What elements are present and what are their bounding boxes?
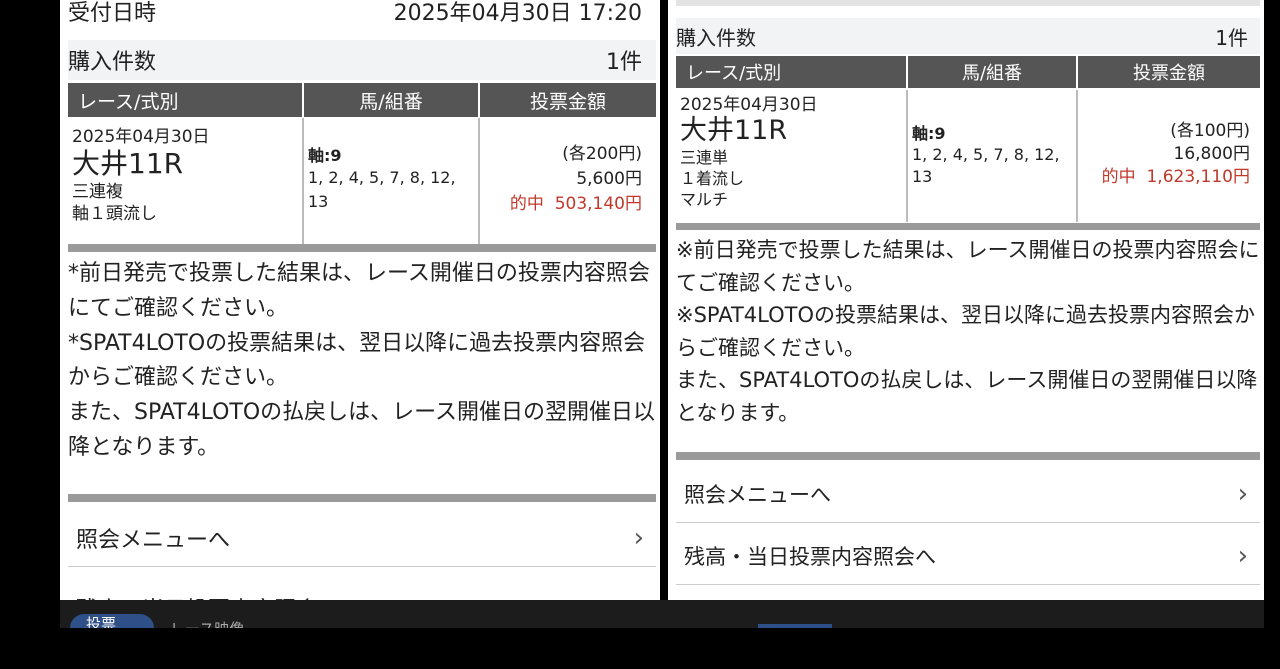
bet-type: 三連単 [680,148,729,167]
hit-label: 的中 [509,194,544,214]
note-1: *前日発売で投票した結果は、レース開催日の投票内容照会にてご確認ください。 [68,261,650,321]
hit-amount: 1,623,110円 [1146,167,1250,187]
bet-option: マルチ [680,190,729,209]
chevron-right-icon: › [633,523,644,553]
note-3: また、SPAT4LOTOの払戻しは、レース開催日の翌開催日以降となります。 [68,400,656,460]
note-2: ※SPAT4LOTOの投票結果は、翌日以降に過去投票内容照会からご確認ください。 [676,303,1256,360]
amount-cell: (各200円) 5,600円 的中 503,140円 [480,118,656,244]
purchase-count-row: 購入件数 1件 [68,40,656,80]
bet-method: １着流し [680,169,745,188]
chevron-right-icon: › [1237,479,1248,509]
nav-balance-inquiry-label: 残高・当日投票内容照会へ [684,545,936,569]
left-ticket-panel: 受付日時 2025年04月30日 17:20 購入件数 1件 レース/式別 馬/… [60,0,660,600]
nav-inquiry-menu-label: 照会メニューへ [76,528,231,553]
tab-vote-label: 投票 [86,615,117,628]
notes: *前日発売で投票した結果は、レース開催日の投票内容照会にてご確認ください。 *S… [68,257,656,466]
top-divider [676,0,1260,6]
race-name: 大井11R [72,147,184,180]
race-video-label[interactable]: レース映像 [170,618,244,628]
note-1: ※前日発売で投票した結果は、レース開催日の投票内容照会にてご確認ください。 [676,238,1260,295]
hit-row: 的中 1,623,110円 [1082,166,1250,189]
received-value: 2025年04月30日 17:20 [393,1,642,26]
unit-amount: (各100円) [1170,121,1250,141]
hit-amount: 503,140円 [554,194,642,214]
right-ticket-panel: 購入件数 1件 レース/式別 馬/組番 投票金額 2025年04月30日 大井1… [668,0,1264,600]
hit-row: 的中 503,140円 [484,192,642,217]
chevron-right-icon: › [634,593,644,600]
note-2: *SPAT4LOTOの投票結果は、翌日以降に過去投票内容照会からご確認ください。 [68,330,646,391]
separator [676,223,1260,230]
ticket-row: 2025年04月30日 大井11R 三連複 軸１頭流し 軸:9 1, 2, 4,… [68,118,656,244]
total-amount: 5,600円 [576,169,642,189]
note-3: また、SPAT4LOTOの払戻しは、レース開催日の翌開催日以降となります。 [676,368,1258,425]
nav-inquiry-menu-label: 照会メニューへ [684,483,831,507]
race-cell: 2025年04月30日 大井11R 三連複 軸１頭流し [68,118,304,244]
nav-balance-inquiry[interactable]: 残高・当日投票内容照会へ › [676,528,1260,585]
bet-type: 三連複 [72,182,123,202]
purchase-count-value: 1件 [606,50,642,75]
bottom-tab-bar: 投票 レース映像 [60,600,1264,628]
header-amount: 投票金額 [480,83,656,117]
race-date: 2025年04月30日 [680,95,818,115]
received-row: 受付日時 2025年04月30日 17:20 [68,0,656,28]
header-horse: 馬/組番 [908,56,1076,88]
tab-vote[interactable]: 投票 [70,614,154,628]
race-name: 大井11R [680,115,788,146]
header-amount: 投票金額 [1078,56,1260,88]
amount-cell: (各100円) 16,800円 的中 1,623,110円 [1078,90,1260,222]
purchase-count-row: 購入件数 1件 [676,18,1260,54]
total-amount: 16,800円 [1173,144,1250,164]
nav-balance-inquiry[interactable]: 残高・当日投票内容照会へ › [68,580,656,600]
header-race: レース/式別 [68,83,302,117]
notes: ※前日発売で投票した結果は、レース開催日の投票内容照会にてご確認ください。 ※S… [676,234,1260,429]
separator [676,452,1260,460]
chevron-right-icon: › [1237,541,1248,571]
tab-indicator [758,624,832,628]
received-label: 受付日時 [68,1,157,26]
nav-inquiry-menu[interactable]: 照会メニューへ › [68,510,656,567]
purchase-count-label: 購入件数 [68,50,157,75]
ticket-table-header: レース/式別 馬/組番 投票金額 [68,83,656,117]
race-date: 2025年04月30日 [72,127,210,147]
nav-balance-inquiry-label: 残高・当日投票内容照会へ [76,592,340,600]
bet-method: 軸１頭流し [72,204,157,224]
axis-horse: 軸:9 [308,146,342,165]
combination-numbers: 1, 2, 4, 5, 7, 8, 12, 13 [912,145,1060,186]
unit-amount: (各200円) [562,144,642,164]
separator [68,244,656,252]
combination-numbers: 1, 2, 4, 5, 7, 8, 12, 13 [308,168,456,211]
ticket-table-header: レース/式別 馬/組番 投票金額 [676,56,1260,88]
hit-label: 的中 [1101,167,1136,187]
race-cell: 2025年04月30日 大井11R 三連単 １着流し マルチ [676,90,908,222]
combo-cell: 軸:9 1, 2, 4, 5, 7, 8, 12, 13 [908,90,1078,222]
header-horse: 馬/組番 [304,83,478,117]
header-race: レース/式別 [676,56,906,88]
nav-inquiry-menu[interactable]: 照会メニューへ › [676,466,1260,523]
purchase-count-label: 購入件数 [676,25,756,50]
combo-cell: 軸:9 1, 2, 4, 5, 7, 8, 12, 13 [304,118,480,244]
ticket-row: 2025年04月30日 大井11R 三連単 １着流し マルチ 軸:9 1, 2,… [676,90,1260,222]
separator [68,494,656,502]
purchase-count-value: 1件 [1215,25,1248,50]
axis-horse: 軸:9 [912,124,946,143]
